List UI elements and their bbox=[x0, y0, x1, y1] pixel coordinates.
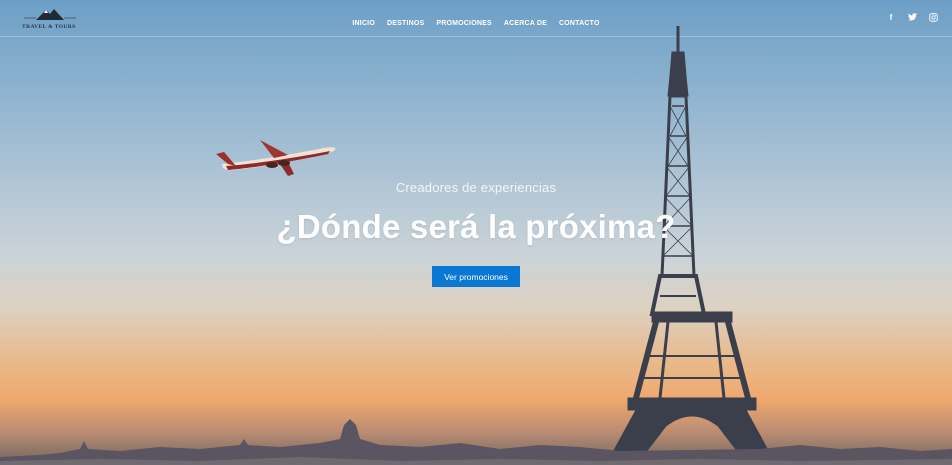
facebook-icon[interactable]: f bbox=[886, 12, 896, 22]
instagram-icon[interactable] bbox=[928, 12, 938, 22]
hero-headline: ¿Dónde será la próxima? bbox=[276, 208, 676, 245]
nav-item-inicio[interactable]: INICIO bbox=[352, 20, 375, 27]
twitter-icon[interactable] bbox=[907, 12, 917, 22]
airplane-image bbox=[216, 140, 336, 176]
view-promotions-button[interactable]: Ver promociones bbox=[432, 266, 520, 287]
header-divider bbox=[0, 36, 952, 37]
main-nav: INICIO DESTINOS PROMOCIONES ACERCA DE CO… bbox=[0, 12, 952, 30]
nav-item-contacto[interactable]: CONTACTO bbox=[559, 20, 600, 27]
social-links: f bbox=[886, 12, 938, 22]
nav-item-destinos[interactable]: DESTINOS bbox=[387, 20, 424, 27]
nav-item-acerca-de[interactable]: ACERCA DE bbox=[504, 20, 547, 27]
nav-item-promociones[interactable]: PROMOCIONES bbox=[436, 20, 491, 27]
hero-tagline: Creadores de experiencias bbox=[395, 180, 557, 195]
city-skyline-image bbox=[0, 419, 952, 465]
